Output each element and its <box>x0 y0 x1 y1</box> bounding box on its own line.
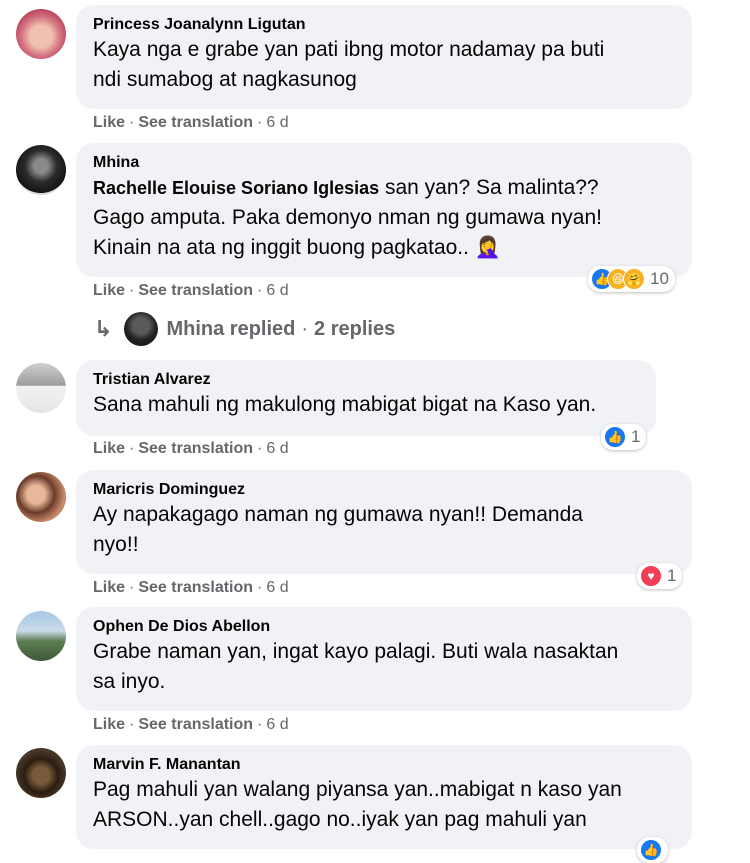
like-link[interactable]: Like <box>93 579 125 596</box>
timestamp[interactable]: 6 d <box>266 114 288 131</box>
see-translation-link[interactable]: See translation <box>138 716 253 733</box>
comment-bubble: Tristian Alvarez Sana mahuli ng makulong… <box>76 360 656 436</box>
comment-actions: Like · See translation · 6 d <box>93 282 289 299</box>
comment-text: Kaya nga e grabe yan pati ibng motor nad… <box>93 38 605 91</box>
comment-bubble: Maricris Dominguez Ay napakagago naman n… <box>76 470 692 574</box>
reaction-count: 1 <box>631 427 641 446</box>
comment-text: Rachelle Elouise Soriano Iglesias san ya… <box>93 176 602 259</box>
comment-text: Grabe naman yan, ingat kayo palagi. Buti… <box>93 640 619 693</box>
reaction-summary[interactable]: 👍 1 <box>601 424 647 450</box>
comment-bubble: Mhina Rachelle Elouise Soriano Iglesias … <box>76 143 692 277</box>
see-translation-link[interactable]: See translation <box>138 114 253 131</box>
comment-bubble: Ophen De Dios Abellon Grabe naman yan, i… <box>76 607 692 711</box>
mention-link[interactable]: Rachelle Elouise Soriano Iglesias <box>93 178 379 198</box>
avatar[interactable] <box>16 472 66 522</box>
comment-actions: Like · See translation · 6 d <box>93 716 289 733</box>
avatar[interactable] <box>16 145 66 195</box>
comment-author[interactable]: Princess Joanalynn Ligutan <box>93 14 676 35</box>
reaction-count: 10 <box>650 269 669 288</box>
comment-author[interactable]: Ophen De Dios Abellon <box>93 616 676 637</box>
care-reaction-icon: 🤗 <box>623 268 645 290</box>
comment-author[interactable]: Tristian Alvarez <box>93 369 640 390</box>
comment-actions: Like · See translation · 6 d <box>93 579 289 596</box>
comment-text: Ay napakagago naman ng gumawa nyan!! Dem… <box>93 503 583 556</box>
like-reaction-icon: 👍 <box>604 426 626 448</box>
like-link[interactable]: Like <box>93 282 125 299</box>
reply-arrow-icon: ↳ <box>94 316 113 341</box>
love-reaction-icon: ♥ <box>640 565 662 587</box>
comment-text: Sana mahuli ng makulong mabigat bigat na… <box>93 393 597 416</box>
avatar[interactable] <box>16 363 66 413</box>
comment-bubble: Marvin F. Manantan Pag mahuli yan walang… <box>76 745 692 849</box>
comment-author[interactable]: Maricris Dominguez <box>93 479 676 500</box>
timestamp[interactable]: 6 d <box>266 282 288 299</box>
avatar[interactable] <box>16 748 66 798</box>
timestamp[interactable]: 6 d <box>266 440 288 457</box>
see-translation-link[interactable]: See translation <box>138 579 253 596</box>
comment-author[interactable]: Marvin F. Manantan <box>93 754 676 775</box>
like-link[interactable]: Like <box>93 440 125 457</box>
see-translation-link[interactable]: See translation <box>138 440 253 457</box>
comment-actions: Like · See translation · 6 d <box>93 114 289 131</box>
like-link[interactable]: Like <box>93 716 125 733</box>
reaction-count: 1 <box>667 566 677 585</box>
avatar[interactable] <box>16 9 66 59</box>
timestamp[interactable]: 6 d <box>266 579 288 596</box>
view-replies-link[interactable]: ↳ Mhina replied · 2 replies <box>94 312 395 346</box>
comments-page: { "reply_thread": {"author": "Mhina", "r… <box>0 0 750 863</box>
comment-text: Pag mahuli yan walang piyansa yan..mabig… <box>93 778 622 831</box>
reaction-summary[interactable]: ♥ 1 <box>637 563 683 589</box>
comment-author[interactable]: Mhina <box>93 152 676 173</box>
see-translation-link[interactable]: See translation <box>138 282 253 299</box>
comment-actions: Like · See translation · 6 d <box>93 440 289 457</box>
timestamp[interactable]: 6 d <box>266 716 288 733</box>
comment-bubble: Princess Joanalynn Ligutan Kaya nga e gr… <box>76 5 692 109</box>
like-link[interactable]: Like <box>93 114 125 131</box>
reaction-summary[interactable]: 👍 😆 🤗 10 <box>588 266 675 292</box>
reaction-summary[interactable]: 👍 <box>637 837 668 863</box>
reply-author-avatar <box>124 312 159 346</box>
like-reaction-icon: 👍 <box>640 839 662 861</box>
avatar[interactable] <box>16 611 66 661</box>
